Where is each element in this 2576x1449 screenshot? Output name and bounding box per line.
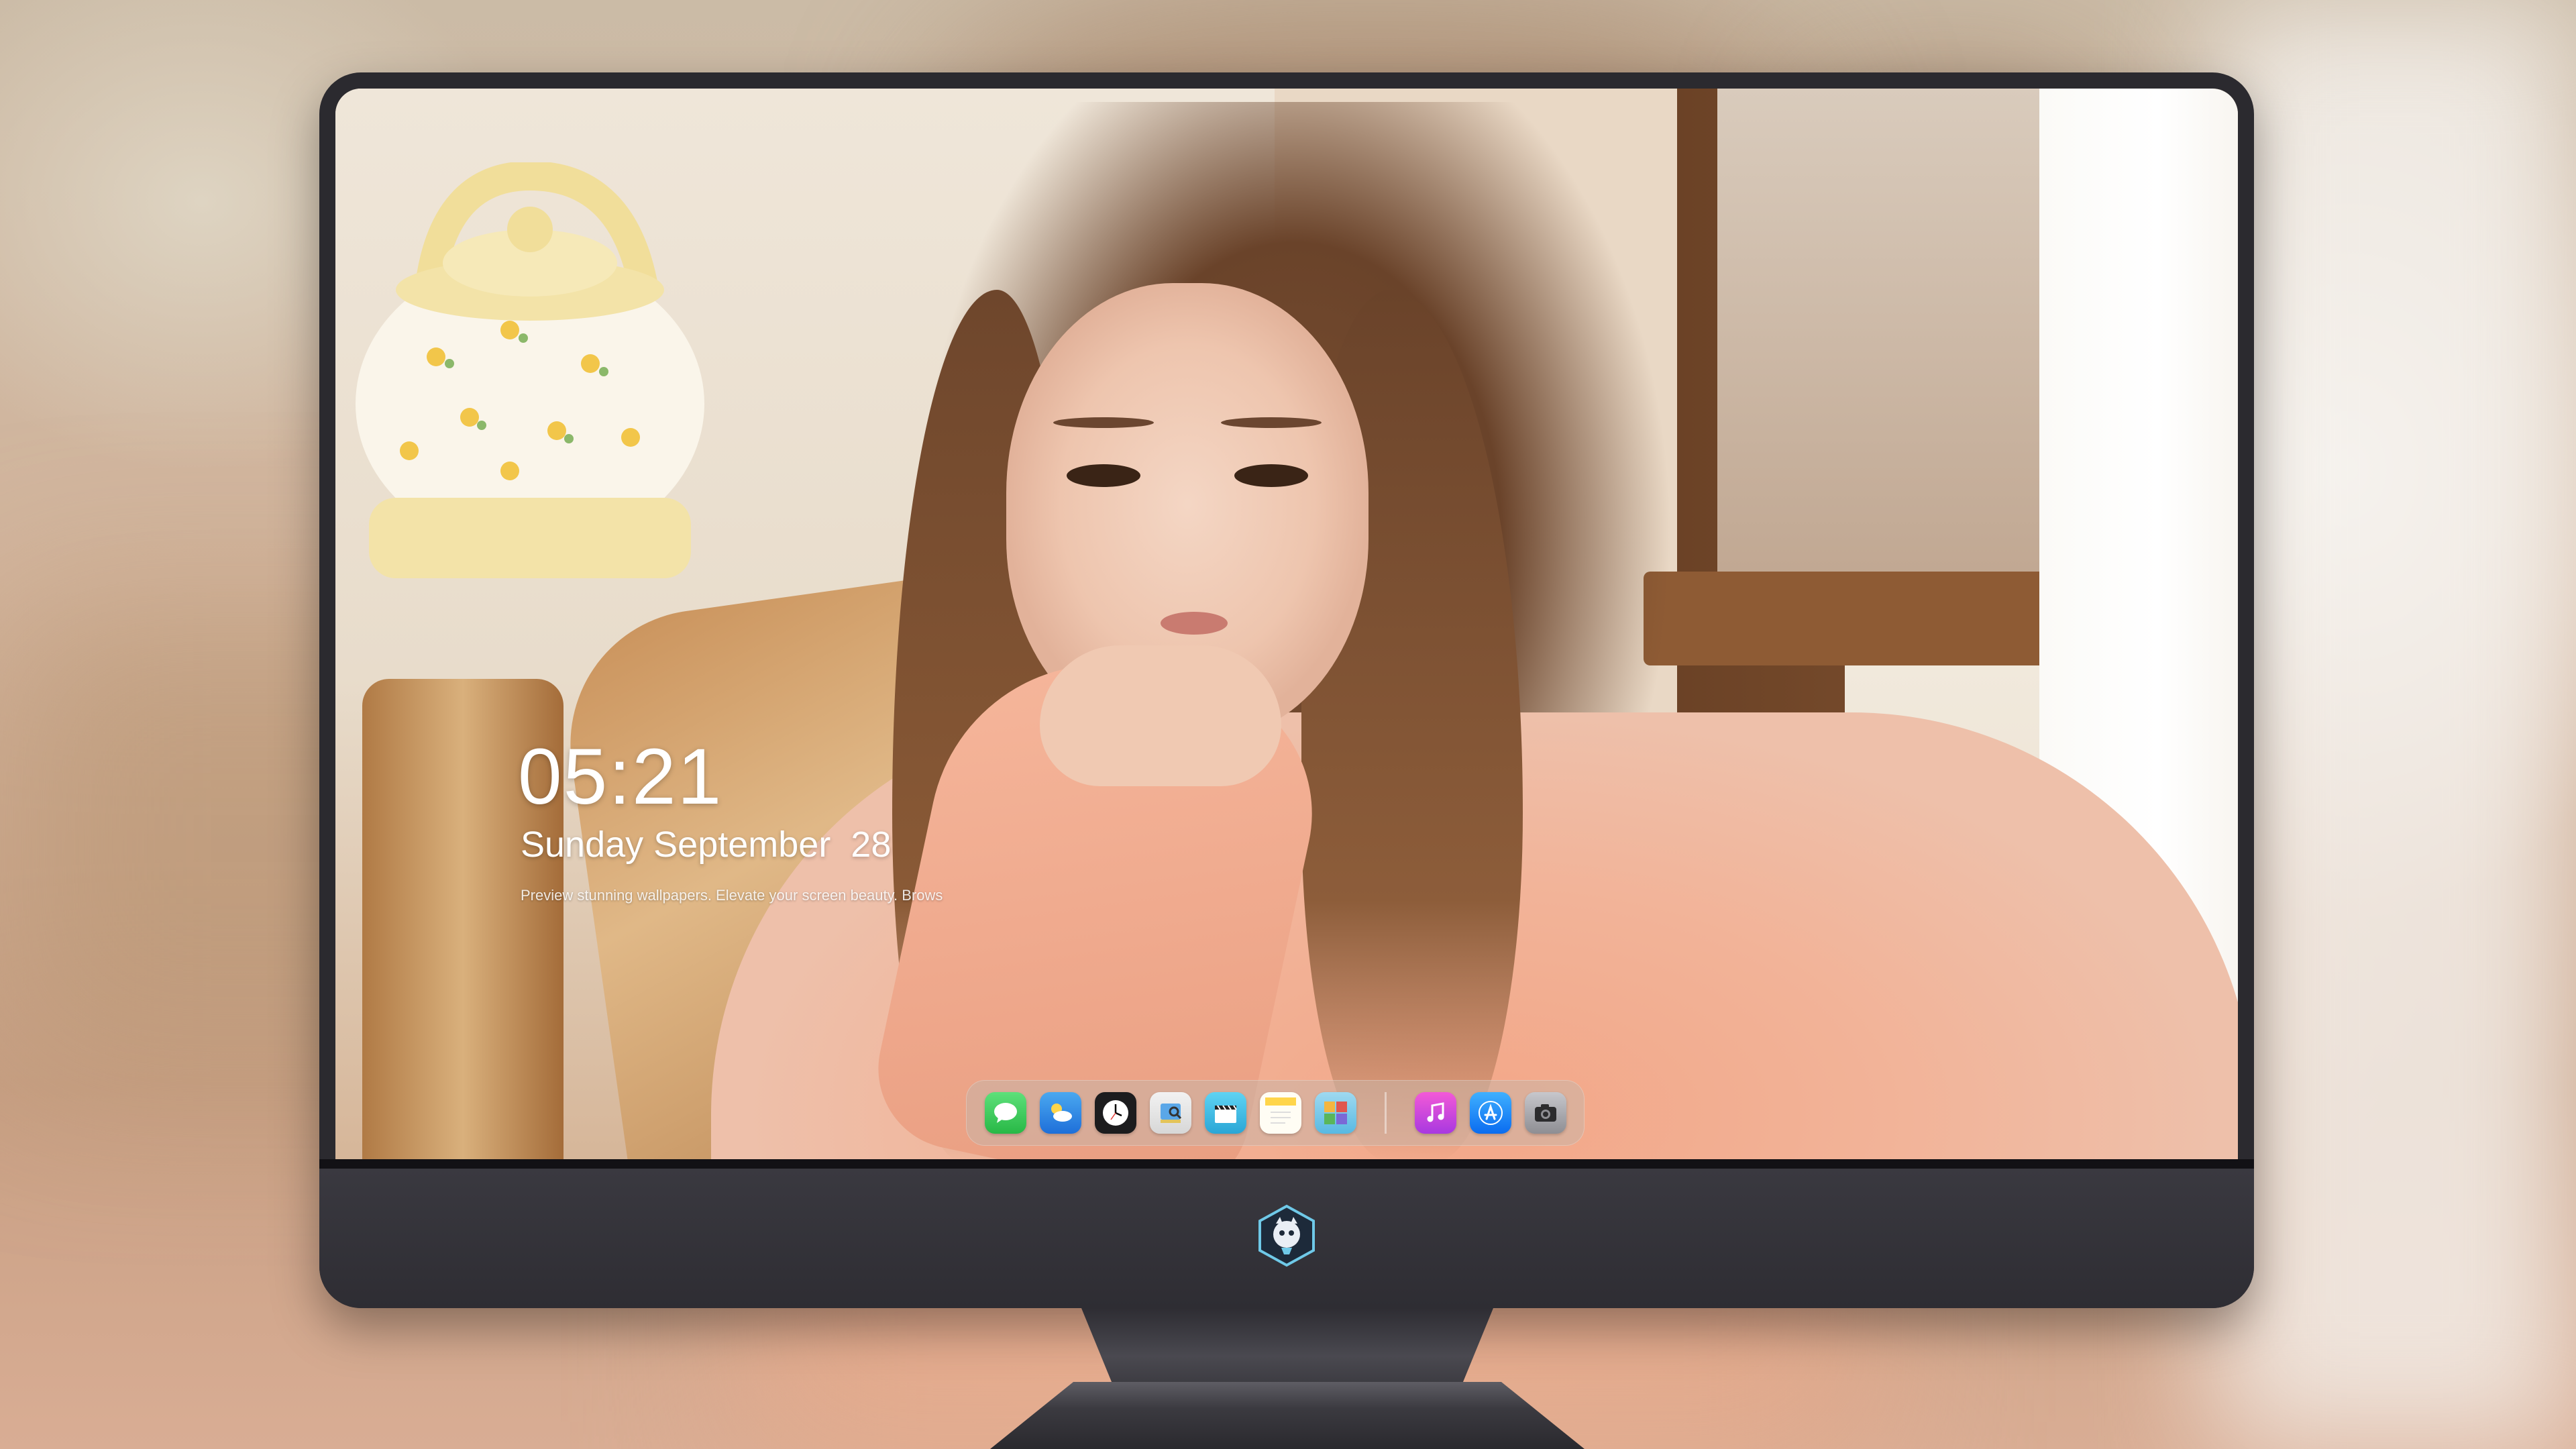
clock-icon[interactable] bbox=[1094, 1092, 1136, 1134]
clapperboard-icon[interactable] bbox=[1204, 1092, 1246, 1134]
monitor-stand-base bbox=[990, 1382, 1585, 1449]
notes-icon[interactable] bbox=[1259, 1092, 1301, 1134]
kettle-image bbox=[356, 162, 704, 578]
weather-icon[interactable] bbox=[1039, 1092, 1081, 1134]
app-store-icon[interactable] bbox=[1469, 1092, 1511, 1134]
dock-separator bbox=[1384, 1092, 1387, 1134]
lock-screen-date: Sunday September 28 bbox=[521, 824, 892, 865]
monitor: 05:21 Sunday September 28 Preview stunni… bbox=[319, 72, 2254, 1308]
screen: 05:21 Sunday September 28 Preview stunni… bbox=[335, 89, 2238, 1159]
music-icon[interactable] bbox=[1414, 1092, 1456, 1134]
mascot-logo-icon bbox=[1258, 1204, 1315, 1267]
monitor-stand-neck bbox=[1081, 1308, 1493, 1389]
photos-icon[interactable] bbox=[1314, 1092, 1356, 1134]
camera-icon[interactable] bbox=[1524, 1092, 1566, 1134]
wallpaper bbox=[335, 89, 2238, 1159]
messages-icon[interactable] bbox=[984, 1092, 1026, 1134]
lock-screen-caption: Preview stunning wallpapers. Elevate you… bbox=[521, 887, 943, 904]
lock-screen-time: 05:21 bbox=[518, 733, 723, 821]
monitor-chin bbox=[319, 1159, 2254, 1308]
preview-icon[interactable] bbox=[1149, 1092, 1191, 1134]
dock bbox=[966, 1080, 1585, 1146]
